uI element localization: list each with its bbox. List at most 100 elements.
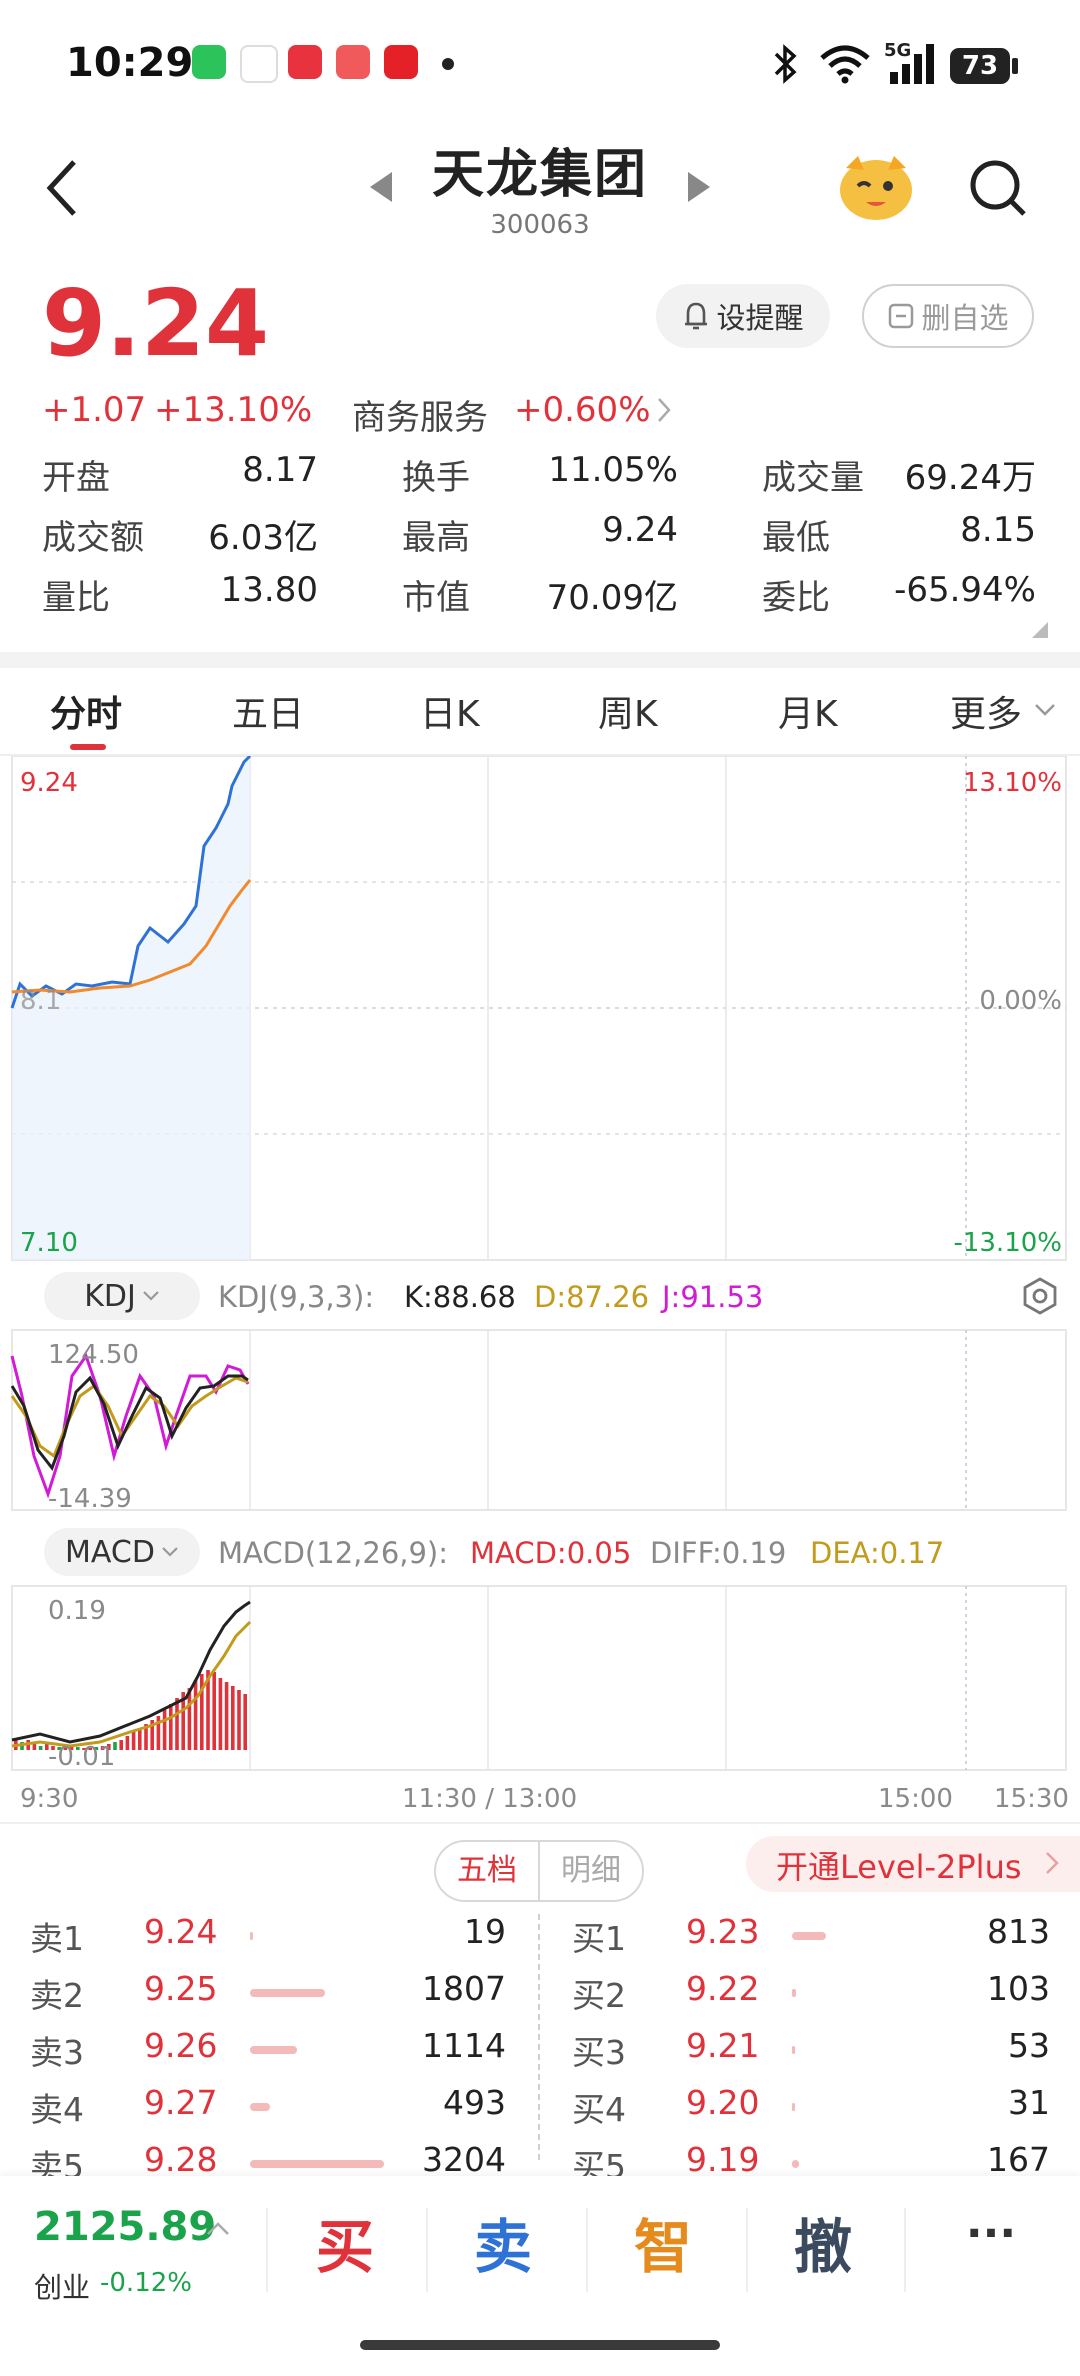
sell-level-volume: 1807 [422,1969,506,2008]
chevron-right-icon[interactable] [656,396,672,424]
status-time: 10:29 [66,40,194,86]
sector-pct[interactable]: +0.60% [514,390,651,430]
macd-bar [32,1744,37,1750]
stat-label-open: 开盘 [42,458,110,498]
macd-dea-value: DEA:0.17 [810,1536,945,1570]
wifi-icon [820,45,870,84]
tab-intraday[interactable]: 分时 [50,685,122,737]
time-label-after: 15:30 [994,1784,1069,1814]
shopping-icon [336,45,370,79]
macd-bar [224,1682,229,1750]
macd-min-label: -0.01 [48,1742,116,1772]
buy-level-label: 买3 [572,2033,626,2072]
sell-level-label: 卖4 [30,2090,84,2129]
buy-level-price[interactable]: 9.21 [686,2026,759,2065]
stat-label-amount: 成交额 [42,518,144,558]
tab-five-day[interactable]: 五日 [232,685,304,737]
macd-bar [237,1690,241,1750]
chevron-up-icon[interactable] [206,2220,230,2236]
home-indicator[interactable] [360,2340,720,2350]
price-max-label: 9.24 [20,768,78,798]
pct-min-label: -13.10% [953,1228,1062,1258]
expand-corner-icon[interactable] [1030,620,1050,640]
time-label-close: 15:00 [878,1784,953,1814]
set-alert-button[interactable]: 设提醒 [656,284,830,348]
tmall-icon [384,45,418,79]
mascot-icon[interactable] [836,148,916,222]
tab-monthly-k[interactable]: 月K [778,685,838,737]
smart-button[interactable]: 智 [588,2200,738,2284]
bottom-divider [266,2208,268,2292]
kdj-selector[interactable]: KDJ [44,1272,200,1320]
sell-level-price[interactable]: 9.28 [144,2140,217,2179]
sell-button[interactable]: 卖 [428,2200,578,2284]
sell-level-volume: 493 [443,2083,506,2122]
app-icon [240,45,278,83]
price-min-label: 7.10 [20,1228,78,1258]
sell-level-price[interactable]: 9.24 [144,1912,217,1951]
macd-bar [231,1686,235,1750]
settings-icon[interactable] [1020,1276,1060,1316]
sell-volume-bar [250,2103,271,2111]
set-alert-label: 设提醒 [716,301,804,335]
pct-max-label: 13.10% [962,768,1062,798]
stock-name: 天龙集团 [431,145,648,205]
sector-name[interactable]: 商务服务 [352,390,488,439]
buy-level-label: 买1 [572,1919,626,1958]
buy-level-price[interactable]: 9.23 [686,1912,759,1951]
sell-level-price[interactable]: 9.26 [144,2026,217,2065]
tab-weekly-k[interactable]: 周K [598,685,658,737]
tab-detail[interactable]: 明细 [540,1842,642,1900]
bluetooth-icon [774,44,797,84]
macd-bar [162,1710,167,1750]
next-stock-icon[interactable] [686,170,712,204]
sell-level-price[interactable]: 9.25 [144,1969,217,2008]
macd-max-label: 0.19 [48,1596,106,1626]
level2-label[interactable]: 开通Level-2Plus [776,1842,1022,1888]
buy-level-volume: 813 [987,1912,1050,1951]
sell-level-label: 卖2 [30,1976,84,2015]
tab-daily-k[interactable]: 日K [420,685,480,737]
tab-active-indicator [70,744,106,750]
index-value[interactable]: 2125.89 [34,2204,216,2250]
remove-watchlist-button[interactable]: 删自选 [862,284,1034,348]
more-options-button[interactable]: ··· [916,2208,1066,2259]
search-icon[interactable] [968,158,1028,218]
buy-level-price[interactable]: 9.20 [686,2083,759,2122]
chevron-down-icon[interactable] [1034,702,1056,718]
remove-watchlist-label: 删自选 [921,301,1009,335]
tab-more[interactable]: 更多 [950,685,1022,737]
buy-volume-bar [792,2103,795,2111]
chevron-down-icon [143,1291,159,1301]
tab-five-levels[interactable]: 五档 [436,1842,540,1900]
cancel-order-button[interactable]: 撤 [748,2200,898,2284]
kdj-max-label: 124.50 [48,1340,139,1370]
kdj-k-value: K:88.68 [404,1280,516,1314]
kdj-panel-frame [11,1329,1067,1511]
chevron-right-icon[interactable] [1044,1850,1060,1876]
macd-bar [138,1728,142,1750]
chart-divider [0,1822,1080,1824]
macd-params: MACD(12,26,9): [218,1536,449,1570]
buy-level-price[interactable]: 9.19 [686,2140,759,2179]
buy-level-volume: 103 [987,1969,1050,2008]
stat-value-turnover: 11.05% [548,450,678,490]
stat-label-market-cap: 市值 [402,578,470,618]
stat-label-volume: 成交量 [762,458,864,498]
sell-level-label: 卖3 [30,2033,84,2072]
buy-level-label: 买2 [572,1976,626,2015]
sell-level-price[interactable]: 9.27 [144,2083,217,2122]
macd-selector[interactable]: MACD [44,1528,200,1576]
buy-button[interactable]: 买 [270,2200,420,2284]
kdj-k-line [10,1374,249,1472]
price-change: +1.07 [42,390,147,430]
macd-value: MACD:0.05 [470,1536,632,1570]
macd-selector-label: MACD [65,1534,155,1570]
macd-bar [187,1688,192,1750]
stat-value-amount: 6.03亿 [208,518,318,558]
macd-bar [193,1680,198,1750]
price-change-pct: +13.10% [154,390,313,430]
orderbook-toggle[interactable]: 五档 明细 [434,1840,644,1902]
index-name: 创业 [34,2271,91,2304]
buy-level-price[interactable]: 9.22 [686,1969,759,2008]
